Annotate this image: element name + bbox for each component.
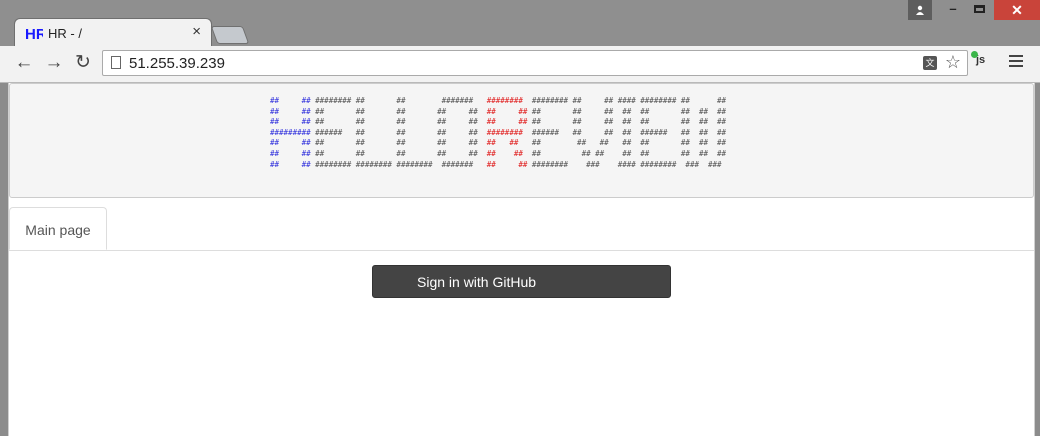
address-bar[interactable]: 51.255.39.239 文 ☆	[102, 50, 968, 76]
browser-toolbar: ← → ↻ 51.255.39.239 文 ☆ js	[0, 46, 1040, 83]
bookmark-star-icon[interactable]: ☆	[945, 52, 961, 73]
ascii-line: ## ## ## ## ## ## ## ## ## ## ## ## ## #…	[270, 148, 727, 158]
tab-title: HR - /	[48, 26, 82, 41]
page-viewport: ## ## ######## ## ## ####### ######## ##…	[8, 83, 1035, 436]
profile-icon[interactable]	[908, 0, 932, 20]
menu-icon[interactable]	[1009, 55, 1023, 70]
back-arrow-icon[interactable]: ←	[14, 53, 34, 73]
ascii-line: ## ## ######## ## ## ####### ######## ##…	[270, 96, 727, 105]
hr-favicon-icon: HR	[25, 26, 43, 41]
ascii-banner: ## ## ######## ## ## ####### ######## ##…	[9, 83, 1034, 198]
title-bar: HR HR - / × – ✕	[0, 0, 1040, 46]
browser-tab[interactable]: HR HR - / ×	[14, 18, 212, 46]
new-tab-button[interactable]	[210, 26, 250, 44]
forward-arrow-icon[interactable]: →	[44, 53, 64, 73]
ascii-line: ## ## ## ## ## ## ## ## ## ## ## ## ## #…	[270, 117, 727, 127]
maximize-icon	[974, 5, 985, 13]
extension-js-icon[interactable]: js	[971, 51, 985, 66]
svg-text:HR: HR	[25, 26, 43, 41]
ascii-line: ######### ###### ## ## ## ## ######## ##…	[270, 127, 727, 137]
minimize-button[interactable]: –	[940, 0, 966, 20]
ascii-art-logo: ## ## ######## ## ## ####### ######## ##…	[270, 96, 726, 170]
tab-close-icon[interactable]: ×	[192, 23, 201, 40]
nav-tabs: Main page	[9, 207, 1034, 251]
ascii-line: ## ## ## ## ## ## ## ## ## ## ## ## ## #…	[270, 138, 727, 148]
reload-icon[interactable]: ↻	[73, 53, 93, 73]
translate-icon[interactable]: 文	[923, 56, 937, 70]
maximize-button[interactable]	[968, 0, 992, 20]
close-window-button[interactable]: ✕	[994, 0, 1040, 20]
ascii-line: ## ## ## ## ## ## ## ## ## ## ## ## ## #…	[270, 106, 727, 116]
tab-main-page[interactable]: Main page	[9, 207, 107, 250]
github-signin-button[interactable]: Sign in with GitHub	[372, 265, 671, 298]
page-icon	[111, 56, 121, 69]
ascii-line: ## ## ######## ######## ######## #######…	[270, 159, 722, 169]
url-text[interactable]: 51.255.39.239	[129, 55, 225, 72]
